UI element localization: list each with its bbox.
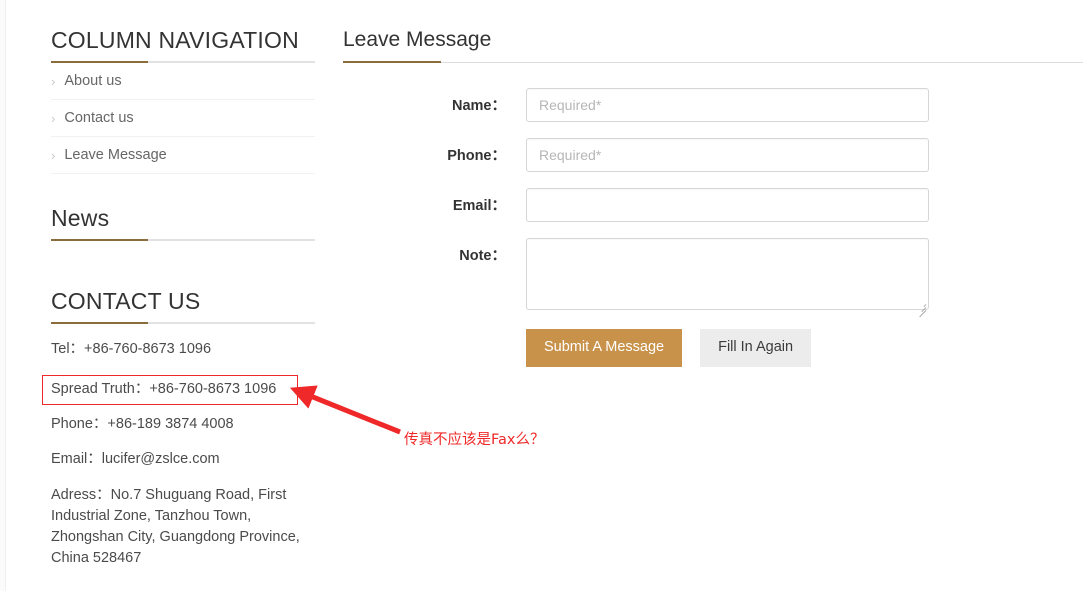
page-title-block: Leave Message: [343, 26, 1083, 63]
sidebar-item-about-us[interactable]: › About us: [51, 63, 315, 100]
sidebar-contact-title: CONTACT US: [51, 288, 201, 314]
sidebar-item-label: Leave Message: [64, 147, 167, 163]
sidebar-nav-title: COLUMN NAVIGATION: [51, 27, 299, 53]
note-textarea[interactable]: [526, 238, 929, 310]
page-root: COLUMN NAVIGATION › About us › Contact u…: [0, 0, 1083, 591]
form-row-name: Name：: [343, 88, 1083, 124]
sidebar-item-label: About us: [64, 73, 122, 89]
sidebar-item-leave-message[interactable]: › Leave Message: [51, 137, 315, 174]
name-input[interactable]: [526, 88, 929, 122]
note-field-wrapper: [526, 238, 929, 318]
contact-details: Tel：+86-760-8673 1096 Spread Truth：+86-7…: [42, 340, 315, 569]
sidebar-nav-list: › About us › Contact us › Leave Message: [51, 63, 315, 174]
sidebar-item-contact-us[interactable]: › Contact us: [51, 100, 315, 137]
leave-message-form: Name： Phone： Email： Note： Submit A Messa…: [343, 88, 1083, 367]
contact-line-phone: Phone：+86-189 3874 4008: [51, 416, 234, 432]
annotation-text: 传真不应该是Fax么？: [404, 432, 545, 448]
form-actions: Submit A Message Fill In Again: [343, 329, 1083, 367]
chevron-right-icon: ›: [51, 110, 56, 126]
sidebar: COLUMN NAVIGATION › About us › Contact u…: [42, 0, 315, 569]
contact-line-tel: Tel：+86-760-8673 1096: [51, 341, 212, 357]
heading-underline: [343, 61, 1083, 63]
heading-underline: [51, 61, 315, 63]
name-label: Name：: [452, 98, 506, 114]
sidebar-news-heading: News: [51, 204, 315, 241]
heading-underline: [51, 322, 315, 324]
main-content: Leave Message Name： Phone： Email： Note：: [343, 0, 1083, 367]
email-input[interactable]: [526, 188, 929, 222]
form-row-email: Email：: [343, 188, 1083, 224]
sidebar-item-label: Contact us: [64, 110, 134, 126]
submit-button[interactable]: Submit A Message: [526, 329, 683, 367]
sidebar-nav-heading: COLUMN NAVIGATION: [51, 26, 315, 63]
heading-underline: [51, 239, 315, 241]
form-row-phone: Phone：: [343, 138, 1083, 174]
sidebar-news-title: News: [51, 205, 110, 231]
page-title: Leave Message: [343, 28, 492, 51]
email-label: Email：: [452, 198, 506, 214]
phone-input[interactable]: [526, 138, 929, 172]
note-label: Note：: [459, 248, 506, 264]
contact-line-spread-truth: Spread Truth：+86-760-8673 1096: [42, 375, 298, 405]
phone-label: Phone：: [447, 148, 506, 164]
sidebar-contact-heading: CONTACT US: [51, 287, 315, 324]
reset-button[interactable]: Fill In Again: [700, 329, 812, 367]
contact-line-email: Email：lucifer@zslce.com: [51, 451, 220, 467]
page-left-margin: [0, 0, 6, 591]
form-row-note: Note：: [343, 238, 1083, 318]
contact-line-address: Adress：No.7 Shuguang Road, First Industr…: [51, 487, 300, 566]
chevron-right-icon: ›: [51, 73, 56, 89]
chevron-right-icon: ›: [51, 147, 56, 163]
